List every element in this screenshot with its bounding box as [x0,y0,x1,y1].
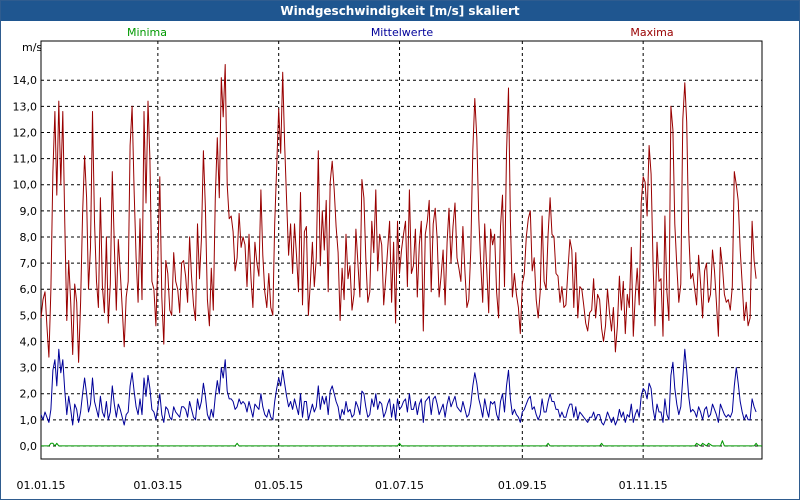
x-tick-label: 01.03.15 [133,479,182,492]
y-axis-unit-label: m/s [22,41,42,54]
window-title: Windgeschwindigkeit [m/s] skaliert [1,1,799,21]
legend-minima: Minima [127,26,167,39]
chart-window: Windgeschwindigkeit [m/s] skaliert Minim… [0,0,800,500]
y-tick-label: 6,0 [20,283,38,296]
y-tick-label: 9,0 [20,205,38,218]
x-tick-label: 01.07.15 [375,479,424,492]
y-tick-label: 2,0 [20,388,38,401]
y-tick-label: 14,0 [13,74,38,87]
y-tick-label: 0,0 [20,440,38,453]
legend-maxima: Maxima [630,26,673,39]
y-tick-label: 10,0 [13,179,38,192]
y-tick-label: 5,0 [20,309,38,322]
x-tick-label: 01.11.15 [619,479,668,492]
y-tick-label: 13,0 [13,100,38,113]
chart-svg: Minima Mittelwerte Maxima m/s 0,0 1,0 2,0 3… [13,26,763,492]
legend-mittelwerte: Mittelwerte [371,26,434,39]
y-tick-label: 4,0 [20,335,38,348]
x-tick-label: 01.09.15 [498,479,547,492]
y-tick-label: 8,0 [20,231,38,244]
y-tick-labels: 0,0 1,0 2,0 3,0 4,0 5,0 6,0 7,0 8,0 9,0 10,0 11,0 12… [13,74,38,453]
x-tick-label: 01.01.15 [17,479,66,492]
x-tick-labels: 01.01.15 01.03.15 01.05.15 01.07.15 01.09.15… [17,479,668,492]
y-tick-label: 12,0 [13,126,38,139]
y-tick-label: 7,0 [20,257,38,270]
x-tick-label: 01.05.15 [254,479,303,492]
y-tick-label: 3,0 [20,362,38,375]
y-tick-label: 1,0 [20,414,38,427]
y-tick-label: 11,0 [13,153,38,166]
